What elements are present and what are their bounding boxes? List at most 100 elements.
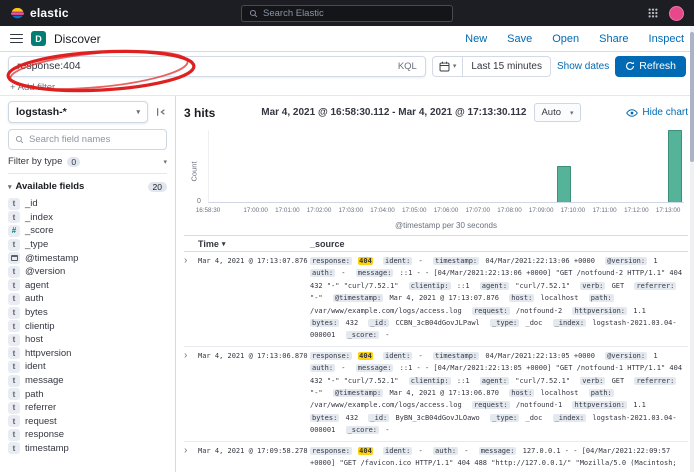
doc-timestamp: Mar 4, 2021 @ 17:13:06.870	[198, 350, 310, 437]
hits-row: 3 hits Mar 4, 2021 @ 16:58:30.112 - Mar …	[184, 102, 688, 123]
field-key: path:	[589, 294, 614, 302]
field-value: "-"	[310, 294, 323, 302]
field-name: @timestamp	[25, 253, 78, 264]
available-fields-header[interactable]: ▾ Available fields 20	[8, 181, 167, 192]
field-key: path:	[589, 389, 614, 397]
documents-table: Time ▾ _source ›Mar 4, 2021 @ 17:13:07.8…	[184, 235, 688, 472]
field-item-response[interactable]: tresponse	[8, 428, 167, 442]
global-search-input[interactable]: Search Elastic	[241, 5, 453, 22]
doc-source: response: 404 ident: - timestamp: 04/Mar…	[310, 350, 688, 437]
hide-chart-button[interactable]: Hide chart	[626, 107, 688, 119]
field-key: _id:	[368, 319, 389, 327]
nav-link-share[interactable]: Share	[599, 33, 628, 45]
filter-by-type-label: Filter by type	[8, 156, 62, 167]
field-name: timestamp	[25, 443, 69, 454]
field-key: bytes:	[310, 319, 339, 327]
doc-timestamp: Mar 4, 2021 @ 17:09:58.278	[198, 445, 310, 472]
scrollbar[interactable]	[690, 26, 694, 472]
field-item-timestamp[interactable]: ttimestamp	[8, 442, 167, 456]
field-item-agent[interactable]: tagent	[8, 279, 167, 293]
field-item-bytes[interactable]: tbytes	[8, 306, 167, 320]
discover-app-icon: D	[31, 31, 46, 46]
field-value: 432	[346, 319, 359, 327]
field-key: timestamp:	[433, 257, 479, 265]
field-item-_id[interactable]: t_id	[8, 197, 167, 211]
field-name: path	[25, 389, 44, 400]
field-key: agent:	[480, 377, 509, 385]
field-value: 04/Mar/2021:22:13:05 +0000	[485, 352, 595, 360]
field-key: timestamp:	[433, 352, 479, 360]
field-search-input[interactable]: Search field names	[8, 129, 167, 150]
field-value: 04/Mar/2021:22:13:06 +0000	[485, 257, 595, 265]
expand-row-icon[interactable]: ›	[184, 350, 198, 437]
page-content: logstash-* ▾ Search field names Filter b…	[0, 96, 694, 472]
nav-link-open[interactable]: Open	[552, 33, 579, 45]
field-key: response:	[310, 352, 352, 360]
nav-link-new[interactable]: New	[465, 33, 487, 45]
field-key: _score:	[346, 331, 380, 339]
field-key: auth:	[310, 269, 335, 277]
field-key: _id:	[368, 414, 389, 422]
chevron-down-icon: ▾	[453, 62, 457, 70]
field-item-auth[interactable]: tauth	[8, 292, 167, 306]
field-item-request[interactable]: trequest	[8, 415, 167, 429]
field-key: httpversion:	[572, 401, 627, 409]
scrollbar-thumb[interactable]	[690, 32, 694, 162]
field-item-httpversion[interactable]: thttpversion	[8, 347, 167, 361]
field-item-message[interactable]: tmessage	[8, 374, 167, 388]
collapse-sidebar-icon[interactable]	[155, 106, 167, 118]
expand-row-icon[interactable]: ›	[184, 255, 198, 342]
doc-source: response: 404 ident: - auth: - message: …	[310, 445, 688, 472]
field-item-_score[interactable]: #_score	[8, 224, 167, 238]
query-language-button[interactable]: KQL	[398, 61, 417, 72]
add-filter-button[interactable]: + Add filter	[10, 82, 55, 93]
string-type-icon: t	[8, 361, 20, 373]
breadcrumb[interactable]: Discover	[54, 32, 101, 46]
time-column-header[interactable]: Time ▾	[198, 239, 310, 249]
field-key: response:	[310, 447, 352, 455]
field-value: GET	[612, 377, 625, 385]
show-dates-button[interactable]: Show dates	[557, 61, 609, 72]
elastic-logo[interactable]: elastic	[10, 6, 69, 21]
field-item-ident[interactable]: tident	[8, 360, 167, 374]
chart-time-range: Mar 4, 2021 @ 16:58:30.112 - Mar 4, 2021…	[261, 107, 526, 118]
field-value: /var/www/example.com/logs/access.log	[310, 307, 462, 315]
expand-row-icon[interactable]: ›	[184, 445, 198, 472]
field-value: -	[385, 331, 389, 339]
x-tick-label: 17:11:00	[593, 207, 617, 214]
histogram-bar[interactable]	[668, 130, 681, 202]
field-item-clientip[interactable]: tclientip	[8, 319, 167, 333]
calendar-button[interactable]: ▾	[433, 57, 464, 76]
top-nav-menu: New Save Open Share Inspect	[465, 33, 684, 45]
query-input[interactable]: response:404 KQL	[8, 56, 426, 77]
field-item-path[interactable]: tpath	[8, 387, 167, 401]
filter-by-type[interactable]: Filter by type 0 ▾	[8, 156, 167, 174]
field-key: verb:	[580, 282, 605, 290]
nav-link-save[interactable]: Save	[507, 33, 532, 45]
user-avatar[interactable]	[669, 6, 684, 21]
string-type-icon: t	[8, 266, 20, 278]
string-type-icon: t	[8, 211, 20, 223]
field-value: GET	[612, 282, 625, 290]
interval-select[interactable]: Auto ▾	[534, 103, 580, 122]
string-type-icon: t	[8, 198, 20, 210]
y-axis-label: Count	[190, 162, 199, 182]
field-item-version[interactable]: t@version	[8, 265, 167, 279]
field-key: _index:	[553, 319, 587, 327]
refresh-button[interactable]: Refresh	[615, 56, 686, 77]
field-item-host[interactable]: thost	[8, 333, 167, 347]
field-item-timestamp[interactable]: @timestamp	[8, 251, 167, 265]
histogram-bar[interactable]	[557, 166, 570, 202]
menu-icon[interactable]	[10, 34, 23, 44]
apps-icon[interactable]	[647, 7, 659, 19]
eye-icon	[626, 107, 638, 119]
index-pattern-select[interactable]: logstash-* ▾	[8, 101, 148, 123]
nav-link-inspect[interactable]: Inspect	[649, 33, 684, 45]
x-tick-label: 17:08:00	[497, 207, 522, 214]
time-range-button[interactable]: Last 15 minutes	[463, 61, 550, 72]
field-item-referrer[interactable]: treferrer	[8, 401, 167, 415]
field-item-_type[interactable]: t_type	[8, 238, 167, 252]
field-item-_index[interactable]: t_index	[8, 211, 167, 225]
filter-bar: + Add filter	[0, 80, 694, 96]
field-value: -	[419, 447, 423, 455]
